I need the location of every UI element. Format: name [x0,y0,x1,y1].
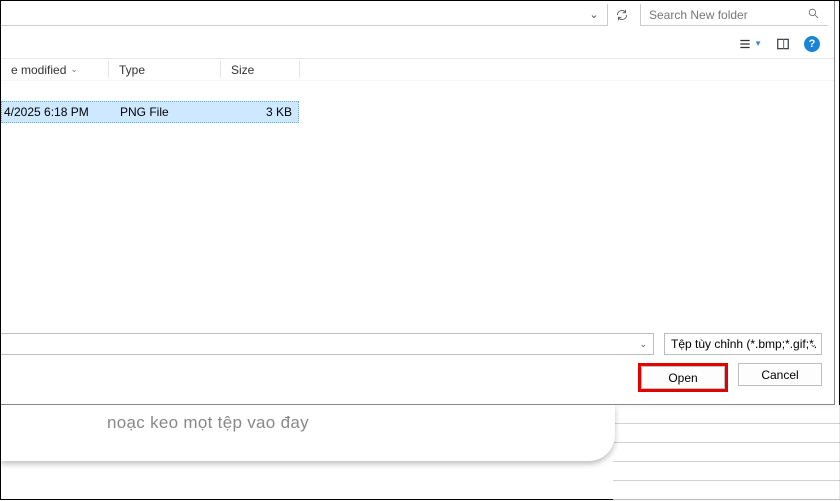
file-type-filter-combobox[interactable]: Tệp tùy chỉnh (*.bmp;*.gif;*.hei ⌄ [664,333,822,355]
chevron-down-icon: ▼ [754,39,762,48]
file-type: PNG File [110,105,222,119]
chevron-down-icon: ⌄ [639,339,647,350]
column-headers: e modified ⌄ Type Size [1,59,834,81]
filename-combobox[interactable]: ⌄ [1,333,654,355]
column-header-date-modified[interactable]: e modified ⌄ [1,59,109,80]
cancel-button[interactable]: Cancel [738,363,822,386]
address-bar[interactable]: ⌄ [1,4,608,26]
file-size: 3 KB [222,105,298,119]
toolbar: ▼ ? [1,29,834,59]
open-button-highlight: Open [638,363,728,392]
view-list-button[interactable]: ▼ [738,37,762,51]
filter-label: Tệp tùy chỉnh (*.bmp;*.gif;*.hei [671,337,817,351]
open-button[interactable]: Open [641,366,725,389]
column-header-size[interactable]: Size [221,59,299,80]
column-header-label: Size [231,63,254,77]
file-date: 4/2025 6:18 PM [2,105,110,119]
column-header-type[interactable]: Type [109,59,221,80]
dialog-top-bar: ⌄ Search New folder [1,1,834,29]
file-list[interactable]: 4/2025 6:18 PM PNG File 3 KB [1,81,834,317]
help-button[interactable]: ? [804,36,820,52]
chevron-down-icon: ⌄ [70,64,78,75]
chevron-down-icon: ⌄ [809,339,817,350]
background-spreadsheet-grid [613,405,840,501]
chevron-down-icon[interactable]: ⌄ [585,8,603,21]
refresh-button[interactable] [608,4,636,26]
dialog-bottom-bar: ⌄ Tệp tùy chỉnh (*.bmp;*.gif;*.hei ⌄ Ope… [1,325,834,404]
file-open-dialog: ⌄ Search New folder ▼ ? e modified ⌄ Typ… [1,1,835,405]
search-input[interactable]: Search New folder [640,4,828,26]
preview-pane-button[interactable] [776,37,790,51]
file-row-selected[interactable]: 4/2025 6:18 PM PNG File 3 KB [1,101,299,123]
background-drop-hint: noạc keo mọt tệp vao đay [107,413,309,433]
search-placeholder: Search New folder [649,8,748,22]
search-icon[interactable] [807,7,820,23]
column-header-label: e modified [11,63,66,77]
column-header-label: Type [119,63,145,77]
